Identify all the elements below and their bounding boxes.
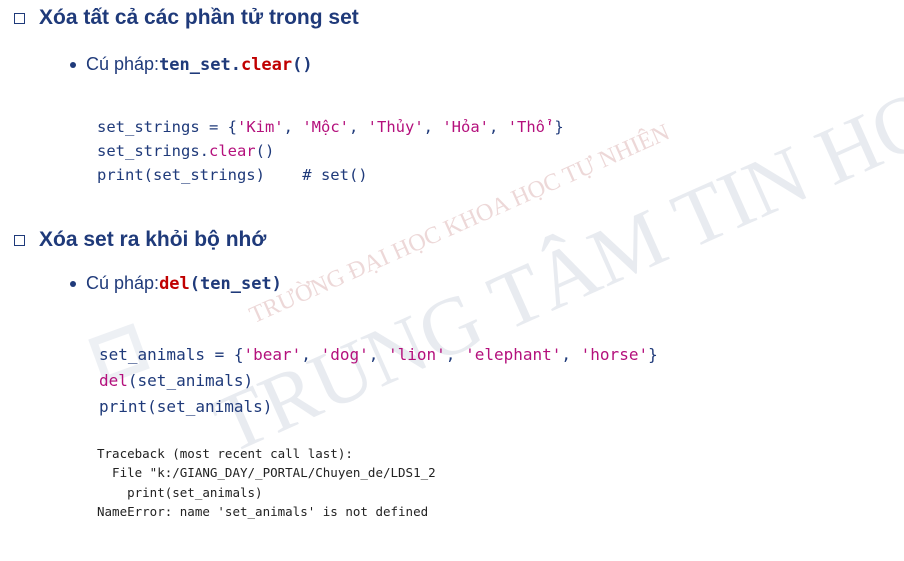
code-line: print(set_animals) [99,397,273,416]
syntax-suffix: () [292,54,313,75]
syntax-method: clear [240,54,293,75]
section2-heading: Xóa set ra khỏi bộ nhớ [14,228,266,252]
section1-syntax: Cú pháp: ten_set.clear() [70,54,313,75]
syntax-label: Cú pháp: [86,273,160,293]
section2-syntax: Cú pháp: del(ten_set) [70,273,282,294]
syntax-args: (ten_set) [189,273,282,294]
section1-heading: Xóa tất cả các phần tử trong set [14,6,359,30]
traceback-line: File "k:/GIANG_DAY/_PORTAL/Chuyen_de/LDS… [97,465,436,480]
syntax-object: ten_set. [159,54,241,75]
code-line: set_animals = {'bear', 'dog', 'lion', 'e… [99,345,658,364]
code-line: set_strings = {'Kim', 'Mộc', 'Thủy', 'Hỏ… [97,118,564,136]
syntax-code: del(ten_set) [159,274,282,294]
section1-code-block: set_strings = {'Kim', 'Mộc', 'Thủy', 'Hỏ… [97,91,564,235]
traceback-line: print(set_animals) [97,484,263,500]
code-line: del(set_animals) [99,371,254,390]
code-line: print(set_strings) # set() [97,166,368,184]
code-line: set_strings.clear() [97,142,275,160]
checkbox-bullet-icon [14,234,25,246]
syntax-label: Cú pháp: [86,54,160,74]
slide: TRƯỜNG ĐẠI HỌC KHOA HỌC TỰ NHIÊN TRUNG T… [0,0,904,519]
bullet-dot-icon [70,61,76,68]
syntax-keyword: del [159,273,190,294]
section2-heading-text: Xóa set ra khỏi bộ nhớ [39,228,267,251]
checkbox-bullet-icon [14,12,25,24]
traceback-output: Traceback (most recent call last): File … [97,424,436,561]
section1-heading-text: Xóa tất cả các phần tử trong set [39,6,359,29]
traceback-line: Traceback (most recent call last): [97,445,353,461]
syntax-code: ten_set.clear() [159,55,313,75]
bullet-dot-icon [70,280,76,287]
traceback-line: NameError: name 'set_animals' is not def… [97,504,429,519]
